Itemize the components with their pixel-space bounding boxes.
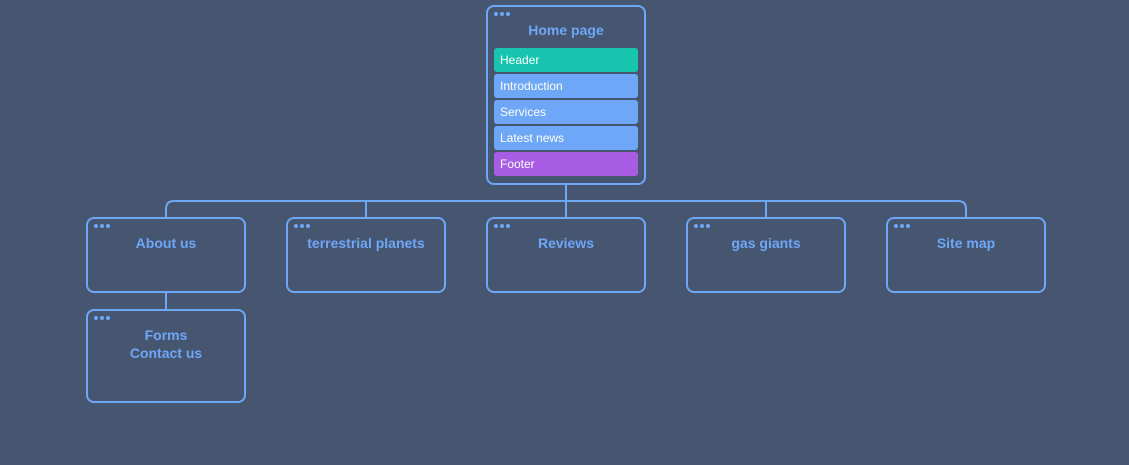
connector-about-us (165, 200, 175, 217)
about-us-node[interactable]: About us (86, 217, 246, 293)
node-title-forms: Forms (144, 327, 188, 343)
site-map-node[interactable]: Site map (886, 217, 1046, 293)
window-dots-icon (94, 316, 110, 320)
connector-site-map (957, 200, 967, 217)
home-sections: Header Introduction Services Latest news… (494, 48, 638, 178)
forms-contact-us-node[interactable]: Forms Contact us (86, 309, 246, 403)
node-title-contact-us: Contact us (129, 345, 203, 361)
section-latest-news[interactable]: Latest news (494, 126, 638, 150)
home-page-node[interactable]: Home page Header Introduction Services L… (486, 5, 646, 185)
window-dots-icon (894, 224, 910, 228)
section-footer[interactable]: Footer (494, 152, 638, 176)
gas-giants-node[interactable]: gas giants (686, 217, 846, 293)
node-title-forms-contact-us: Forms Contact us (88, 326, 244, 362)
node-title-terrestrial-planets: terrestrial planets (307, 235, 425, 251)
node-title-reviews: Reviews (537, 235, 595, 251)
window-dots-icon (94, 224, 110, 228)
section-services[interactable]: Services (494, 100, 638, 124)
node-title-gas-giants: gas giants (731, 235, 801, 251)
window-dots-icon (494, 224, 510, 228)
node-title-about-us: About us (135, 235, 197, 251)
window-dots-icon (494, 12, 510, 16)
section-introduction[interactable]: Introduction (494, 74, 638, 98)
terrestrial-planets-node[interactable]: terrestrial planets (286, 217, 446, 293)
window-dots-icon (294, 224, 310, 228)
window-dots-icon (694, 224, 710, 228)
node-title-home: Home page (528, 22, 604, 38)
section-header[interactable]: Header (494, 48, 638, 72)
reviews-node[interactable]: Reviews (486, 217, 646, 293)
node-title-site-map: Site map (936, 235, 996, 251)
